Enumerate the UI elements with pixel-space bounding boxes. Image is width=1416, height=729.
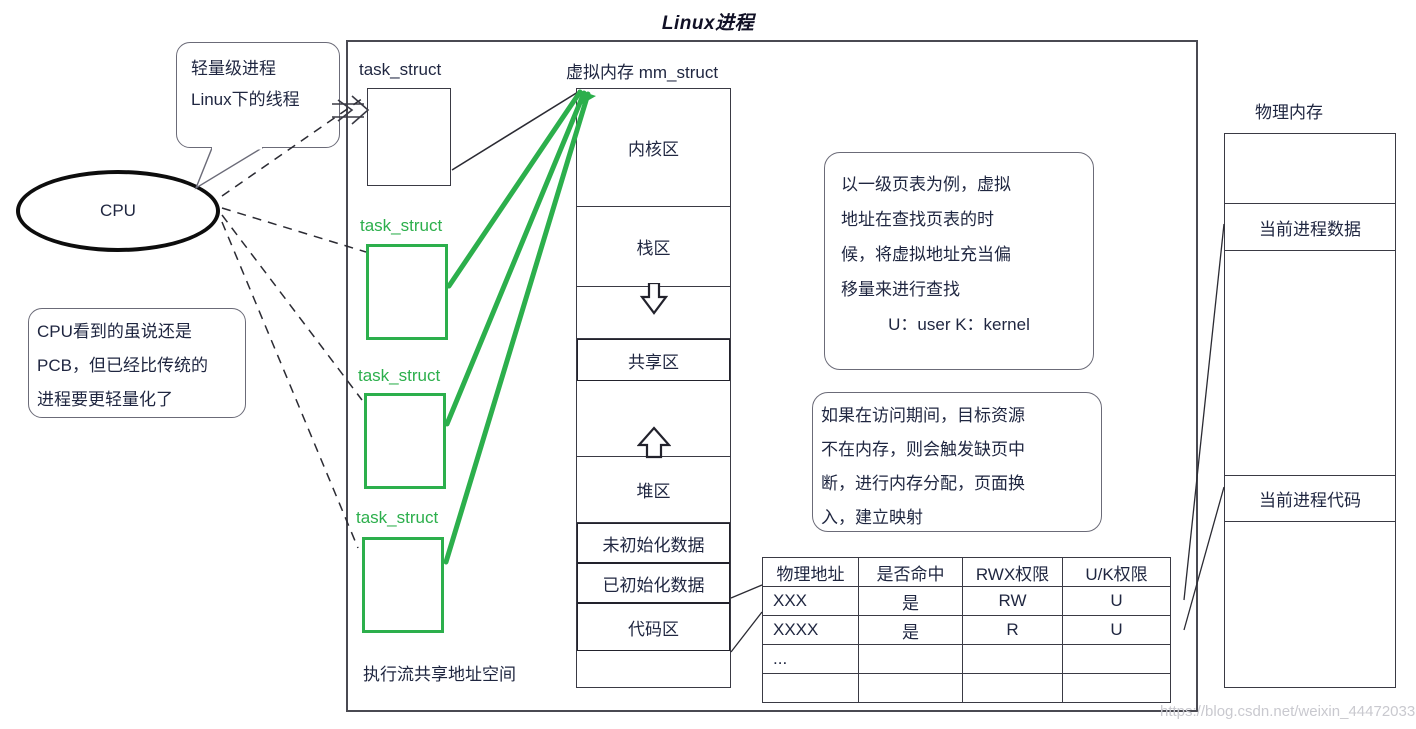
cell-rwx: RW (962, 586, 1063, 616)
th-rwx: RWX权限 (962, 557, 1063, 587)
vm-cell-stack: 栈区 (577, 207, 730, 287)
exec-flow-label: 执行流共享地址空间 (363, 665, 516, 684)
vm-cell-stack-label: 栈区 (636, 239, 671, 258)
vm-cell-data: 已初始化数据 (577, 563, 730, 603)
table-row: ... (762, 644, 1171, 674)
callout-thread-line1: 轻量级进程 (191, 59, 276, 78)
cell-hit: 是 (858, 615, 963, 645)
info-box-page-fault: 如果在访问期间，目标资源 不在内存，则会触发缺页中 断，进行内存分配，页面换 入… (812, 392, 1102, 532)
task-struct-box-3 (362, 537, 444, 633)
cell-uk (1062, 673, 1171, 703)
pagefault-line1: 如果在访问期间，目标资源 (821, 406, 1025, 425)
vm-cell-stack-gap (577, 282, 730, 339)
page-table: 物理地址 是否命中 RWX权限 U/K权限 XXX 是 RW U XXXX 是 … (762, 557, 1171, 703)
callout-pcb-line2: PCB，但已经比传统的 (37, 356, 208, 375)
table-row: XXX 是 RW U (762, 586, 1171, 616)
pagefault-line3: 断，进行内存分配，页面换 (821, 474, 1025, 493)
vm-cell-text: 代码区 (577, 603, 730, 651)
paging-line1: 以一级页表为例，虚拟 (841, 175, 1011, 194)
vm-cell-kernel: 内核区 (577, 89, 730, 207)
th-hit: 是否命中 (858, 557, 963, 587)
vm-cell-shared-label: 共享区 (628, 352, 679, 372)
arrow-down-icon (639, 282, 669, 317)
vm-cell-text-label: 代码区 (628, 619, 679, 639)
pagefault-line2: 不在内存，则会触发缺页中 (821, 440, 1025, 459)
diagram-canvas: Linux进程 CPU 轻量级进程 Linux下的线程 CPU看到的虽说还是 P… (0, 0, 1416, 729)
vm-cell-heap-gap (577, 378, 730, 460)
cell-rwx (962, 673, 1063, 703)
vm-cell-heap: 堆区 (577, 457, 730, 523)
vm-cell-kernel-label: 内核区 (628, 140, 679, 159)
cpu-node: CPU (16, 170, 220, 252)
callout-pcb-line3: 进程要更轻量化了 (37, 390, 173, 409)
cell-uk: U (1062, 615, 1171, 645)
vm-cell-shared: 共享区 (577, 339, 730, 381)
pm-cell-4 (1225, 522, 1395, 687)
task-struct-box-1 (366, 244, 448, 340)
task-struct-label-2: task_struct (358, 366, 441, 385)
table-row: XXXX 是 R U (762, 615, 1171, 645)
task-struct-label-0: task_struct (359, 60, 442, 79)
th-uk: U/K权限 (1062, 557, 1171, 587)
callout-thread-line2: Linux下的线程 (191, 90, 300, 109)
cell-address: XXX (762, 586, 859, 616)
pagefault-line4: 入，建立映射 (821, 508, 923, 527)
callout-pcb-line1: CPU看到的虽说还是 (37, 322, 192, 341)
info-box-paging: 以一级页表为例，虚拟 地址在查找页表的时 候，将虚拟地址充当偏 移量来进行查找 … (824, 152, 1094, 370)
task-struct-box-2 (364, 393, 446, 489)
pm-cell-current-process-data: 当前进程数据 (1225, 204, 1395, 251)
paging-line3: 候，将虚拟地址充当偏 (841, 245, 1011, 264)
cell-hit (858, 673, 963, 703)
page-title: Linux进程 (661, 13, 755, 34)
cell-address (762, 673, 859, 703)
pm-cell-current-process-code: 当前进程代码 (1225, 476, 1395, 522)
table-row (762, 673, 1171, 703)
cell-uk: U (1062, 586, 1171, 616)
pm-cell-2 (1225, 251, 1395, 476)
paging-line2: 地址在查找页表的时 (841, 210, 994, 229)
vm-cell-bss: 未初始化数据 (577, 523, 730, 563)
th-physical-address: 物理地址 (762, 557, 859, 587)
vm-cell-data-label: 已初始化数据 (602, 575, 705, 595)
vm-cell-bss-label: 未初始化数据 (602, 535, 705, 555)
task-struct-box-0 (367, 88, 451, 186)
table-header-row: 物理地址 是否命中 RWX权限 U/K权限 (762, 557, 1171, 587)
watermark: https://blog.csdn.net/weixin_44472033 (1160, 703, 1416, 720)
physical-memory-column: 当前进程数据 当前进程代码 (1224, 133, 1396, 688)
task-struct-label-3: task_struct (356, 508, 439, 527)
cell-rwx: R (962, 615, 1063, 645)
callout-pcb-note: CPU看到的虽说还是 PCB，但已经比传统的 进程要更轻量化了 (28, 308, 246, 418)
callout-lightweight-process: 轻量级进程 Linux下的线程 (176, 42, 340, 148)
pm-cell-0 (1225, 134, 1395, 204)
arrow-up-icon (636, 378, 671, 460)
virtual-memory-column: 内核区 栈区 共享区 堆区 未初始化数据 已初始化数据 代码区 (576, 88, 731, 688)
paging-line4: 移量来进行查找 (841, 280, 960, 299)
task-struct-label-1: task_struct (360, 216, 443, 235)
pm-cell-3-label: 当前进程代码 (1259, 491, 1361, 510)
cell-address: XXXX (762, 615, 859, 645)
vm-cell-heap-label: 堆区 (636, 482, 671, 501)
cpu-label: CPU (100, 201, 136, 220)
cell-rwx (962, 644, 1063, 674)
cell-hit: 是 (858, 586, 963, 616)
cell-uk (1062, 644, 1171, 674)
cell-hit (858, 644, 963, 674)
paging-line5: U：user K：kernel (888, 315, 1030, 334)
virtual-memory-title: 虚拟内存 mm_struct (566, 63, 719, 82)
vm-cell-tail (577, 651, 730, 687)
physical-memory-title: 物理内存 (1255, 103, 1323, 122)
pm-cell-1-label: 当前进程数据 (1259, 219, 1361, 239)
callout-thread-tail-icon (194, 147, 265, 190)
cell-address: ... (762, 644, 859, 674)
